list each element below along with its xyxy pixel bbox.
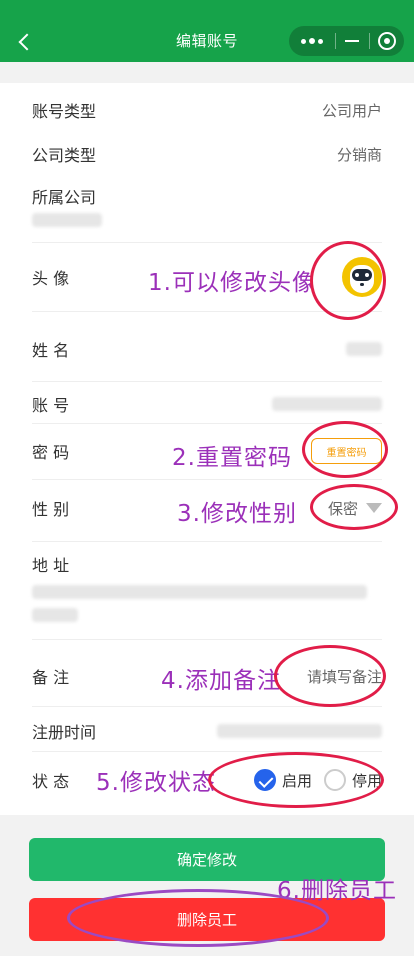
status-enable-radio[interactable]: 启用 bbox=[253, 769, 312, 791]
register-time-redacted bbox=[217, 724, 382, 738]
account-value-redacted bbox=[272, 397, 382, 411]
annotation-4: 4.添加备注 bbox=[161, 668, 281, 694]
divider bbox=[32, 639, 382, 640]
gender-select[interactable]: 保密 bbox=[328, 498, 382, 519]
account-label: 账 号 bbox=[32, 396, 70, 415]
page-title: 编辑账号 bbox=[175, 31, 238, 50]
company-type-value: 分销商 bbox=[336, 145, 382, 164]
password-label: 密 码 bbox=[32, 443, 70, 462]
annotation-1: 1.可以修改头像 bbox=[148, 270, 316, 296]
check-circle-icon bbox=[253, 769, 276, 791]
password-value-wrap: 重置密码 bbox=[311, 438, 382, 464]
status-label: 状 态 bbox=[32, 772, 70, 791]
avatar[interactable] bbox=[342, 257, 382, 297]
divider bbox=[32, 479, 382, 480]
target-icon bbox=[378, 32, 397, 50]
register-time-wrap bbox=[217, 724, 382, 738]
mini-program-capsule bbox=[289, 26, 404, 56]
remark-label: 备 注 bbox=[32, 668, 70, 687]
chevron-left-icon bbox=[18, 33, 36, 51]
avatar-eye bbox=[355, 273, 359, 277]
avatar-wrap bbox=[342, 257, 382, 297]
annotation-3: 3.修改性别 bbox=[177, 501, 297, 527]
company-type-label: 公司类型 bbox=[32, 146, 97, 165]
avatar-label: 头 像 bbox=[32, 269, 70, 288]
avatar-eye bbox=[365, 273, 369, 277]
nav-bar: 编辑账号 bbox=[0, 0, 414, 62]
avatar-nose bbox=[360, 283, 364, 286]
dot-icon bbox=[317, 38, 323, 44]
divider bbox=[32, 751, 382, 752]
divider bbox=[32, 381, 382, 382]
dot-icon bbox=[300, 38, 306, 44]
divider bbox=[32, 541, 382, 542]
address-label: 地 址 bbox=[32, 556, 70, 575]
company-label: 所属公司 bbox=[32, 188, 97, 207]
close-button[interactable] bbox=[370, 32, 404, 50]
register-time-label: 注册时间 bbox=[32, 723, 97, 742]
status-disable-label: 停用 bbox=[351, 771, 382, 790]
name-value-redacted bbox=[346, 342, 382, 356]
address-value-redacted bbox=[32, 608, 78, 622]
more-button[interactable] bbox=[289, 38, 335, 44]
name-label: 姓 名 bbox=[32, 341, 70, 360]
gender-value: 保密 bbox=[327, 499, 358, 518]
status-disable-radio[interactable]: 停用 bbox=[323, 769, 382, 791]
company-type-row: 公司类型 分销商 bbox=[32, 143, 382, 166]
remark-input[interactable]: 请填写备注 bbox=[307, 666, 382, 687]
gender-label: 性 别 bbox=[32, 500, 70, 519]
company-row: 所属公司 bbox=[32, 185, 382, 207]
account-type-value: 公司用户 bbox=[321, 101, 382, 120]
empty-circle-icon bbox=[323, 769, 346, 791]
name-row: 姓 名 bbox=[32, 338, 382, 360]
minus-icon bbox=[345, 40, 360, 42]
register-time-row: 注册时间 bbox=[32, 720, 382, 742]
annotation-5: 5.修改状态 bbox=[96, 770, 216, 796]
dot-icon bbox=[308, 38, 315, 44]
divider bbox=[32, 706, 382, 707]
account-value-wrap bbox=[272, 397, 382, 411]
address-value-redacted bbox=[32, 585, 367, 599]
divider bbox=[32, 423, 382, 424]
back-button[interactable] bbox=[12, 29, 38, 55]
annotation-6: 6.删除员工 bbox=[277, 878, 397, 904]
address-row: 地 址 bbox=[32, 553, 382, 575]
account-type-row: 账号类型 公司用户 bbox=[32, 99, 382, 122]
minimize-button[interactable] bbox=[336, 40, 370, 42]
divider bbox=[32, 311, 382, 312]
name-value-wrap bbox=[346, 342, 382, 356]
status-radio-group: 启用 停用 bbox=[253, 769, 382, 791]
reset-password-button[interactable]: 重置密码 bbox=[311, 438, 382, 464]
company-value-redacted bbox=[32, 213, 102, 227]
annotation-2: 2.重置密码 bbox=[172, 445, 292, 471]
divider bbox=[32, 242, 382, 243]
status-enable-label: 启用 bbox=[281, 771, 312, 790]
account-row: 账 号 bbox=[32, 393, 382, 415]
account-type-label: 账号类型 bbox=[32, 102, 97, 121]
caret-down-icon bbox=[366, 503, 382, 513]
